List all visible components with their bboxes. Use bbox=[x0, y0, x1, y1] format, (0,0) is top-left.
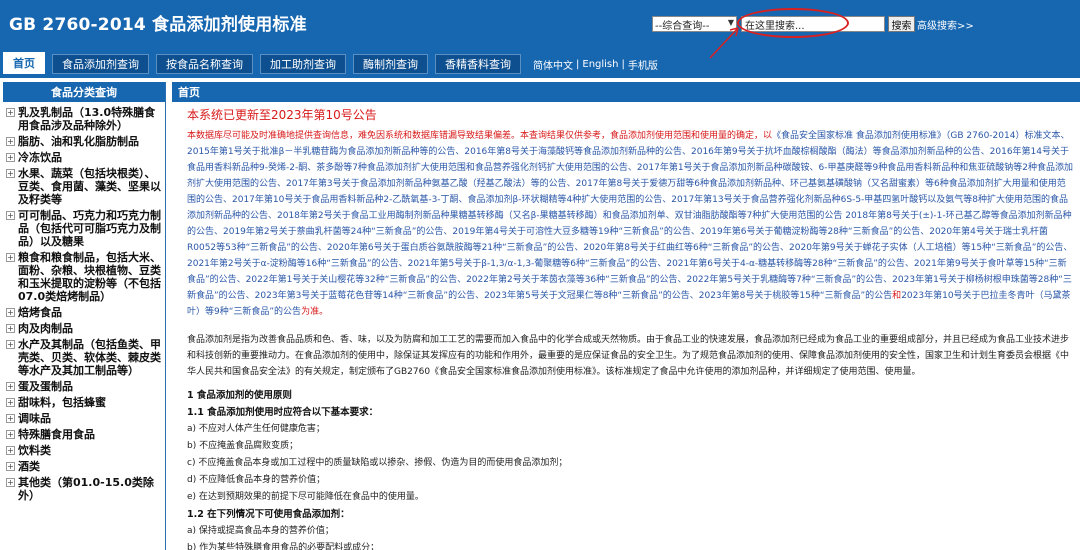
mobile-link[interactable]: 手机版 bbox=[628, 57, 658, 72]
expand-plus-icon[interactable]: + bbox=[6, 382, 15, 391]
search-button[interactable]: 搜索 bbox=[888, 16, 915, 32]
section-heading: 1.1 食品添加剂使用时应符合以下基本要求： bbox=[187, 407, 379, 418]
category-item[interactable]: + 粮食和粮食制品，包括大米、面粉、杂粮、块根植物、豆类和玉米提取的淀粉等（不包括… bbox=[3, 251, 165, 303]
lang-separator: | bbox=[621, 58, 625, 70]
expand-plus-icon[interactable]: + bbox=[6, 211, 15, 220]
tab-food-name-query[interactable]: 按食品名称查询 bbox=[156, 54, 253, 74]
list-item: d) 不应降低食品本身的营养价值； bbox=[187, 475, 326, 485]
category-item[interactable]: + 特殊膳食用食品 bbox=[3, 428, 165, 441]
lang-zh-link[interactable]: 简体中文 bbox=[533, 57, 573, 72]
category-label: 水果、蔬菜（包括块根类）、豆类、食用菌、藻类、坚果以及籽类等 bbox=[18, 167, 161, 206]
list-item: a) 保持或提高食品本身的营养价值； bbox=[187, 526, 334, 536]
tab-home[interactable]: 首页 bbox=[3, 52, 45, 74]
expand-plus-icon[interactable]: + bbox=[6, 340, 15, 349]
main-content: 首页 本系统已更新至2023年第10号公告 本数据库尽可能及时准确地提供查询信息… bbox=[172, 82, 1080, 550]
principles-section: 1 食品添加剂的使用原则 1.1 食品添加剂使用时应符合以下基本要求： a) 不… bbox=[187, 387, 1073, 550]
list-item: b) 作为某些特殊膳食用食品的必要配料或成分； bbox=[187, 543, 380, 550]
category-label: 饮料类 bbox=[18, 444, 51, 457]
tab-processing-aid-query[interactable]: 加工助剂查询 bbox=[260, 54, 346, 74]
list-item: c) 不应掩盖食品本身或加工过程中的质量缺陷或以掺杂、掺假、伪造为目的而使用食品… bbox=[187, 458, 568, 468]
disclaimer-red-text: 本数据库尽可能及时准确地提供查询信息，难免因系统和数据库错漏导致结果偏差。本查询… bbox=[187, 131, 773, 141]
category-label: 水产及其制品（包括鱼类、甲壳类、贝类、软体类、棘皮类等水产及其加工制品等） bbox=[18, 338, 161, 377]
category-label: 脂肪、油和乳化脂肪制品 bbox=[18, 135, 139, 148]
category-label: 冷冻饮品 bbox=[18, 151, 62, 164]
category-label: 肉及肉制品 bbox=[18, 322, 73, 335]
disclaimer-and-text: 和 bbox=[892, 291, 902, 301]
category-label: 乳及乳制品（13.0特殊膳食用食品涉及品种除外） bbox=[18, 106, 156, 132]
expand-plus-icon[interactable]: + bbox=[6, 308, 15, 317]
arrow-annotation-icon bbox=[709, 27, 739, 59]
category-item[interactable]: + 水产及其制品（包括鱼类、甲壳类、贝类、软体类、棘皮类等水产及其加工制品等） bbox=[3, 338, 165, 377]
site-title: GB 2760-2014 食品添加剂使用标准 bbox=[9, 15, 307, 35]
category-label: 甜味料，包括蜂蜜 bbox=[18, 396, 106, 409]
category-item[interactable]: + 焙烤食品 bbox=[3, 306, 165, 319]
main-title: 首页 bbox=[172, 82, 1080, 102]
section-heading: 1 食品添加剂的使用原则 bbox=[187, 390, 292, 401]
category-item[interactable]: + 脂肪、油和乳化脂肪制品 bbox=[3, 135, 165, 148]
category-label: 可可制品、巧克力和巧克力制品（包括代可可脂巧克力及制品）以及糖果 bbox=[18, 209, 161, 248]
language-bar: 简体中文 | English | 手机版 bbox=[533, 54, 658, 74]
category-label: 酒类 bbox=[18, 460, 40, 473]
list-item: b) 不应掩盖食品腐败变质； bbox=[187, 441, 299, 451]
category-item[interactable]: + 可可制品、巧克力和巧克力制品（包括代可可脂巧克力及制品）以及糖果 bbox=[3, 209, 165, 248]
expand-plus-icon[interactable]: + bbox=[6, 398, 15, 407]
sidebar: 食品分类查询 + 乳及乳制品（13.0特殊膳食用食品涉及品种除外） + 脂肪、油和乳… bbox=[3, 82, 166, 550]
main-nav: 首页 食品添加剂查询 按食品名称查询 加工助剂查询 酶制剂查询 香精香料查询 简… bbox=[0, 52, 658, 74]
advanced-search-link[interactable]: 高级搜索>> bbox=[917, 17, 974, 32]
category-label: 调味品 bbox=[18, 412, 51, 425]
standard-links[interactable]: 《食品安全国家标准 食品添加剂使用标准》（GB 2760-2014）标准文本、2… bbox=[187, 131, 1073, 301]
expand-plus-icon[interactable]: + bbox=[6, 153, 15, 162]
category-item[interactable]: + 蛋及蛋制品 bbox=[3, 380, 165, 393]
list-item: a) 不应对人体产生任何健康危害； bbox=[187, 424, 325, 434]
update-notice: 本系统已更新至2023年第10号公告 bbox=[187, 108, 377, 122]
site-header: GB 2760-2014 食品添加剂使用标准 --综合查询-- ▼ 在这里搜索.… bbox=[0, 0, 1080, 78]
category-list: + 乳及乳制品（13.0特殊膳食用食品涉及品种除外） + 脂肪、油和乳化脂肪制品 +… bbox=[3, 102, 165, 502]
category-item[interactable]: + 肉及肉制品 bbox=[3, 322, 165, 335]
category-label: 粮食和粮食制品，包括大米、面粉、杂粮、块根植物、豆类和玉米提取的淀粉等（不包括0… bbox=[18, 251, 161, 303]
category-item[interactable]: + 甜味料，包括蜂蜜 bbox=[3, 396, 165, 409]
tab-additive-query[interactable]: 食品添加剂查询 bbox=[52, 54, 149, 74]
expand-plus-icon[interactable]: + bbox=[6, 478, 15, 487]
category-item[interactable]: + 水果、蔬菜（包括块根类）、豆类、食用菌、藻类、坚果以及籽类等 bbox=[3, 167, 165, 206]
tab-flavor-query[interactable]: 香精香料查询 bbox=[435, 54, 521, 74]
category-item[interactable]: + 酒类 bbox=[3, 460, 165, 473]
expand-plus-icon[interactable]: + bbox=[6, 446, 15, 455]
expand-plus-icon[interactable]: + bbox=[6, 430, 15, 439]
tab-enzyme-query[interactable]: 酶制剂查询 bbox=[353, 54, 428, 74]
category-label: 特殊膳食用食品 bbox=[18, 428, 95, 441]
expand-plus-icon[interactable]: + bbox=[6, 169, 15, 178]
category-item[interactable]: + 饮料类 bbox=[3, 444, 165, 457]
disclaimer-paragraph: 本数据库尽可能及时准确地提供查询信息，难免因系统和数据库错漏导致结果偏差。本查询… bbox=[187, 128, 1073, 320]
category-label: 其他类（第01.0-15.0类除外） bbox=[18, 476, 154, 502]
category-item[interactable]: + 冷冻饮品 bbox=[3, 151, 165, 164]
expand-plus-icon[interactable]: + bbox=[6, 137, 15, 146]
disclaimer-end-text: 为准。 bbox=[301, 307, 329, 317]
expand-plus-icon[interactable]: + bbox=[6, 253, 15, 262]
highlight-ellipse-annotation bbox=[737, 8, 849, 38]
section-heading: 1.2 在下列情况下可使用食品添加剂： bbox=[187, 509, 350, 520]
expand-plus-icon[interactable]: + bbox=[6, 414, 15, 423]
category-item[interactable]: + 调味品 bbox=[3, 412, 165, 425]
category-label: 焙烤食品 bbox=[18, 306, 62, 319]
expand-plus-icon[interactable]: + bbox=[6, 324, 15, 333]
category-item[interactable]: + 其他类（第01.0-15.0类除外） bbox=[3, 476, 165, 502]
sidebar-title: 食品分类查询 bbox=[3, 82, 165, 102]
intro-paragraph: 食品添加剂是指为改善食品品质和色、香、味，以及为防腐和加工工艺的需要而加入食品中… bbox=[187, 335, 1070, 377]
list-item: e) 在达到预期效果的前提下尽可能降低在食品中的使用量。 bbox=[187, 492, 424, 502]
lang-en-link[interactable]: English bbox=[582, 59, 618, 70]
expand-plus-icon[interactable]: + bbox=[6, 108, 15, 117]
category-label: 蛋及蛋制品 bbox=[18, 380, 73, 393]
expand-plus-icon[interactable]: + bbox=[6, 462, 15, 471]
category-item[interactable]: + 乳及乳制品（13.0特殊膳食用食品涉及品种除外） bbox=[3, 106, 165, 132]
lang-separator: | bbox=[576, 58, 580, 70]
